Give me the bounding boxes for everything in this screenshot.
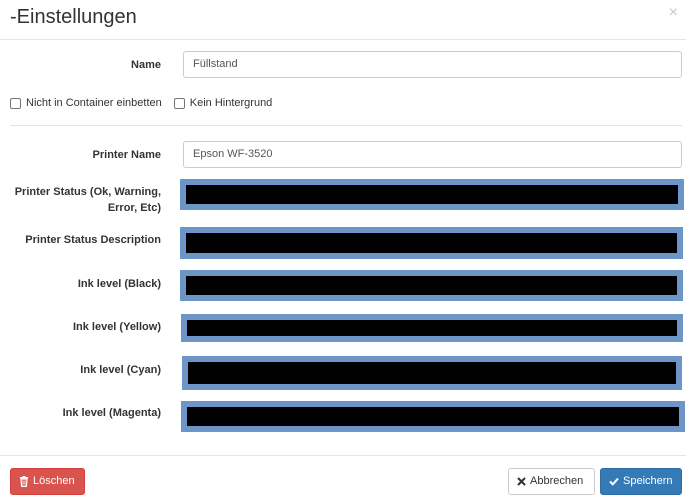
trash-icon [20,476,28,487]
dialog-header: -Einstellungen × [0,0,686,40]
divider [10,125,682,126]
dialog-footer: Löschen Abbrechen Speichern [0,455,686,500]
options-row: Nicht in Container einbetten Kein Hinter… [10,95,284,111]
printer-status-description-redacted-field[interactable] [180,227,683,259]
not-in-container-checkbox[interactable] [10,97,21,109]
ink-magenta-label: Ink level (Magenta) [62,407,161,419]
delete-button[interactable]: Löschen [10,468,85,495]
ink-cyan-label: Ink level (Cyan) [80,364,161,376]
printer-status-label-line2: Error, Etc) [107,202,161,214]
save-button[interactable]: Speichern [600,468,682,495]
no-background-checkbox[interactable] [173,97,185,109]
name-input[interactable]: Füllstand [183,51,682,78]
name-label: Name [131,59,161,71]
no-background-label[interactable]: Kein Hintergrund [190,97,273,109]
ink-black-label: Ink level (Black) [77,278,161,290]
ink-cyan-redacted-field[interactable] [182,356,682,390]
close-icon[interactable]: × [669,4,678,22]
printer-status-label-line1: Printer Status (Ok, Warning, [14,186,161,198]
x-icon [517,477,526,486]
save-label: Speichern [623,475,673,487]
delete-label: Löschen [33,475,75,487]
ink-magenta-redacted-field[interactable] [181,401,685,432]
ink-yellow-label: Ink level (Yellow) [72,321,161,333]
printer-name-input[interactable]: Epson WF-3520 [183,141,682,168]
ink-yellow-redacted-field[interactable] [181,314,683,342]
ink-black-redacted-field[interactable] [180,270,683,301]
cancel-label: Abbrechen [530,475,584,487]
dialog-title: -Einstellungen [10,6,137,28]
check-icon [609,477,619,486]
printer-name-label: Printer Name [92,149,161,161]
printer-status-description-label: Printer Status Description [25,234,161,246]
printer-status-label: Printer Status (Ok, Warning, Error, Etc) [10,184,161,216]
cancel-button[interactable]: Abbrechen [508,468,595,495]
printer-status-redacted-field[interactable] [180,179,684,210]
not-in-container-label[interactable]: Nicht in Container einbetten [26,97,162,109]
